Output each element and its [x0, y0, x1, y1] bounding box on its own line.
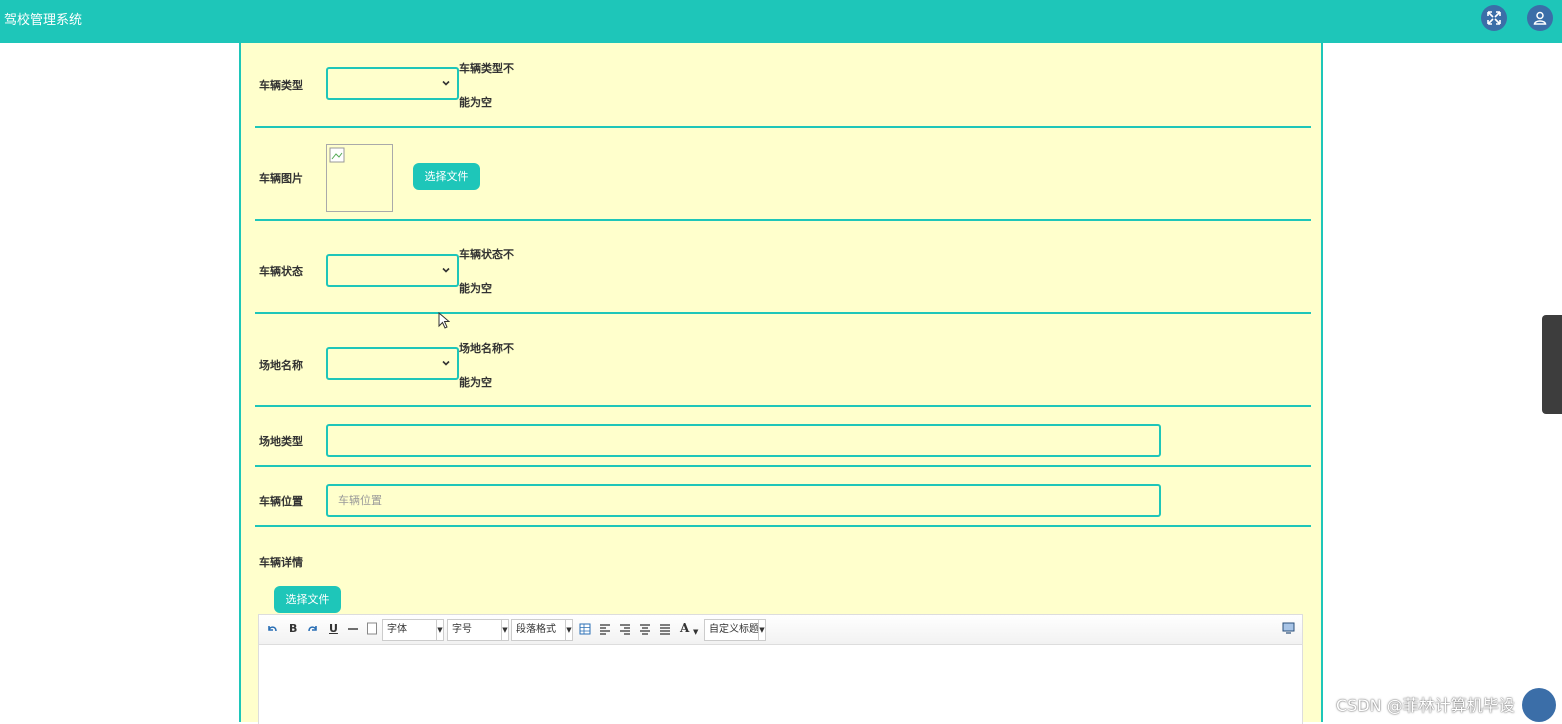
font-family-select[interactable]: 字体 ▼ — [382, 619, 444, 641]
vehicle-image-label: 车辆图片 — [259, 172, 303, 185]
font-size-select[interactable]: 字号 ▼ — [447, 619, 509, 641]
side-drawer-tab[interactable] — [1542, 315, 1562, 414]
align-left-icon[interactable] — [599, 623, 611, 635]
undo-icon[interactable] — [266, 623, 278, 635]
vehicle-status-label: 车辆状态 — [259, 265, 303, 278]
vehicle-details-choose-file-button[interactable]: 选择文件 — [274, 586, 341, 613]
custom-title-select[interactable]: 自定义标题 ▼ — [704, 619, 766, 641]
venue-name-select[interactable] — [326, 347, 459, 380]
align-center-icon[interactable] — [639, 623, 651, 635]
mouse-cursor-icon — [438, 312, 450, 329]
vehicle-details-label: 车辆详情 — [259, 556, 303, 569]
font-color-button[interactable]: A — [680, 621, 689, 635]
caret-down-icon[interactable]: ▼ — [693, 625, 698, 639]
vehicle-image-row: 车辆图片 选择文件 — [255, 128, 1311, 221]
bold-button[interactable]: B — [289, 622, 297, 636]
form-panel: 车辆类型 车辆类型不 能为空 车辆图片 选择文件 车辆状态 车辆状态不 能为空 … — [239, 43, 1323, 724]
caret-down-icon: ▼ — [436, 620, 443, 640]
editor-content-area[interactable] — [259, 646, 1302, 724]
vehicle-type-select[interactable] — [326, 67, 459, 100]
venue-type-input[interactable] — [326, 424, 1161, 457]
caret-down-icon: ▼ — [565, 620, 572, 640]
venue-type-label: 场地类型 — [259, 435, 303, 448]
vehicle-image-choose-file-button[interactable]: 选择文件 — [413, 163, 480, 190]
vehicle-location-label: 车辆位置 — [259, 495, 303, 508]
redo-icon[interactable] — [307, 623, 319, 635]
rich-text-editor: B U 字体 ▼ 字号 ▼ 段落格式 ▼ A ▼ 自定义标题 ▼ — [258, 614, 1303, 724]
watermark-text: CSDN @菲林计算机毕设 — [1336, 696, 1515, 715]
user-button[interactable] — [1527, 5, 1553, 31]
venue-type-row: 场地类型 — [255, 407, 1311, 467]
venue-name-label: 场地名称 — [259, 359, 303, 372]
font-size-label: 字号 — [452, 624, 472, 635]
floating-action-button[interactable] — [1522, 688, 1556, 722]
table-icon[interactable] — [579, 623, 591, 635]
editor-toolbar: B U 字体 ▼ 字号 ▼ 段落格式 ▼ A ▼ 自定义标题 ▼ — [259, 615, 1302, 645]
vehicle-type-error-line2: 能为空 — [459, 96, 492, 109]
vehicle-status-error-line1: 车辆状态不 — [459, 248, 514, 261]
broken-image-icon — [329, 147, 345, 163]
custom-title-label: 自定义标题 — [709, 624, 759, 635]
horizontal-rule-icon[interactable] — [347, 623, 359, 635]
vehicle-status-row: 车辆状态 车辆状态不 能为空 — [255, 221, 1311, 314]
underline-button[interactable]: U — [329, 622, 338, 636]
vehicle-type-row: 车辆类型 车辆类型不 能为空 — [255, 43, 1311, 128]
paragraph-format-select[interactable]: 段落格式 ▼ — [511, 619, 573, 641]
venue-name-row: 场地名称 场地名称不 能为空 — [255, 314, 1311, 407]
vehicle-location-input[interactable]: 车辆位置 — [326, 484, 1161, 517]
vehicle-image-preview — [326, 144, 393, 212]
venue-name-error-line2: 能为空 — [459, 376, 492, 389]
fullscreen-icon — [1487, 11, 1501, 25]
app-title: 驾校管理系统 — [4, 13, 83, 28]
caret-down-icon: ▼ — [501, 620, 508, 640]
blank-page-icon[interactable] — [366, 622, 378, 635]
paragraph-format-label: 段落格式 — [516, 624, 556, 635]
user-icon — [1533, 11, 1547, 25]
chevron-down-icon — [442, 80, 450, 86]
vehicle-status-select[interactable] — [326, 254, 459, 287]
fullscreen-button[interactable] — [1481, 5, 1507, 31]
vehicle-type-label: 车辆类型 — [259, 79, 303, 92]
top-bar: 驾校管理系统 — [0, 0, 1562, 43]
align-right-icon[interactable] — [619, 623, 631, 635]
align-justify-icon[interactable] — [659, 623, 671, 635]
chevron-down-icon — [442, 360, 450, 366]
caret-down-icon: ▼ — [758, 620, 765, 640]
venue-name-error-line1: 场地名称不 — [459, 342, 514, 355]
preview-icon[interactable] — [1282, 622, 1295, 634]
vehicle-location-row: 车辆位置 车辆位置 — [255, 467, 1311, 527]
vehicle-status-error-line2: 能为空 — [459, 282, 492, 295]
font-family-label: 字体 — [387, 624, 407, 635]
vehicle-type-error-line1: 车辆类型不 — [459, 62, 514, 75]
chevron-down-icon — [442, 267, 450, 273]
